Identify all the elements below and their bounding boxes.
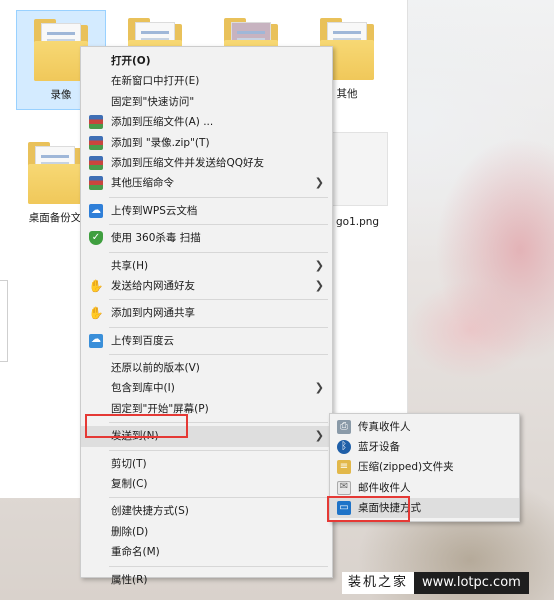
winrar-icon — [89, 135, 103, 150]
menu-upload-baidu[interactable]: ☁ 上传到百度云 — [81, 331, 332, 351]
menu-label: 在新窗口中打开(E) — [111, 75, 200, 88]
mail-icon: ✉ — [337, 480, 351, 495]
menu-label: 其他压缩命令 — [111, 177, 174, 190]
menu-label: 剪切(T) — [111, 457, 147, 470]
menu-label: 上传到WPS云文档 — [111, 204, 198, 217]
menu-separator — [109, 422, 328, 424]
winrar-icon — [89, 155, 103, 170]
send-to-submenu: ⎙ 传真收件人 ᛒ 蓝牙设备 ≡ 压缩(zipped)文件夹 ✉ 邮件收件人 ▭… — [329, 413, 520, 522]
menu-label: 重命名(M) — [111, 546, 160, 559]
menu-label: 发送到(N) — [111, 430, 159, 443]
menu-restore-versions[interactable]: 还原以前的版本(V) — [81, 358, 332, 378]
window-edge — [0, 280, 8, 362]
menu-separator — [109, 196, 328, 198]
sendto-desktop-shortcut[interactable]: ▭ 桌面快捷方式 — [330, 497, 519, 518]
menu-pin-quick-access[interactable]: 固定到"快速访问" — [81, 92, 332, 112]
folder-label: 录像 — [50, 89, 72, 101]
baidu-cloud-icon: ☁ — [89, 333, 103, 348]
menu-label: 属性(R) — [111, 573, 148, 586]
lan-share-icon: ✋ — [88, 278, 104, 293]
chevron-right-icon: ❯ — [314, 176, 324, 190]
lan-share-icon: ✋ — [88, 306, 104, 321]
folder-label: 桌面备份文 — [28, 212, 82, 224]
watermark-brand: 装机之家 — [342, 572, 415, 594]
sendto-bluetooth[interactable]: ᛒ 蓝牙设备 — [330, 437, 519, 457]
menu-label: 创建快捷方式(S) — [111, 505, 189, 518]
menu-properties[interactable]: 属性(R) — [81, 570, 332, 590]
menu-label: 添加到压缩文件并发送给QQ好友 — [111, 156, 265, 169]
chevron-right-icon: ❯ — [314, 278, 324, 292]
menu-delete[interactable]: 删除(D) — [81, 522, 332, 542]
menu-label: 固定到"快速访问" — [111, 95, 195, 108]
shield-360-icon: ✓ — [89, 231, 103, 246]
menu-label: 复制(C) — [111, 478, 148, 491]
menu-label: 添加到 "录像.zip"(T) — [111, 136, 210, 149]
menu-label: 发送给内网通好友 — [111, 279, 195, 292]
desktop-icon: ▭ — [337, 500, 351, 515]
watermark-url: www.lotpc.com — [414, 572, 529, 594]
menu-upload-wps[interactable]: ☁ 上传到WPS云文档 — [81, 201, 332, 221]
folder-icon — [28, 142, 82, 204]
chevron-right-icon: ❯ — [314, 258, 324, 272]
chevron-right-icon: ❯ — [314, 429, 324, 443]
menu-separator — [109, 251, 328, 253]
menu-separator — [109, 326, 328, 328]
menu-label: 蓝牙设备 — [358, 441, 400, 454]
menu-label: 固定到"开始"屏幕(P) — [111, 402, 209, 415]
sendto-zip-folder[interactable]: ≡ 压缩(zipped)文件夹 — [330, 457, 519, 477]
menu-share[interactable]: 共享(H) ❯ — [81, 256, 332, 276]
wps-cloud-icon: ☁ — [89, 203, 103, 218]
sendto-fax[interactable]: ⎙ 传真收件人 — [330, 417, 519, 437]
menu-send-to[interactable]: 发送到(N) ❯ — [81, 426, 332, 447]
menu-label: 添加到内网通共享 — [111, 307, 195, 320]
zip-folder-icon: ≡ — [337, 460, 351, 475]
image-file-thumbnail[interactable] — [332, 132, 388, 206]
menu-separator — [109, 449, 328, 451]
image-file-label: go1.png — [336, 216, 380, 228]
menu-add-lan-share[interactable]: ✋ 添加到内网通共享 — [81, 303, 332, 323]
menu-archive-send-qq[interactable]: 添加到压缩文件并发送给QQ好友 — [81, 153, 332, 173]
menu-label: 共享(H) — [111, 259, 149, 272]
menu-separator — [109, 299, 328, 301]
menu-label: 使用 360杀毒 扫描 — [111, 232, 201, 245]
menu-label: 删除(D) — [111, 525, 149, 538]
menu-open-new-window[interactable]: 在新窗口中打开(E) — [81, 71, 332, 91]
menu-label: 打开(O) — [111, 55, 151, 67]
menu-separator — [109, 497, 328, 499]
menu-separator — [109, 224, 328, 226]
menu-label: 桌面快捷方式 — [358, 501, 421, 514]
menu-add-to-archive[interactable]: 添加到压缩文件(A) ... — [81, 112, 332, 132]
sendto-mail[interactable]: ✉ 邮件收件人 — [330, 478, 519, 498]
context-menu: 打开(O) 在新窗口中打开(E) 固定到"快速访问" 添加到压缩文件(A) ..… — [80, 46, 333, 586]
menu-cut[interactable]: 剪切(T) — [81, 454, 332, 474]
menu-rename[interactable]: 重命名(M) — [81, 542, 332, 562]
menu-label: 还原以前的版本(V) — [111, 362, 200, 375]
menu-include-library[interactable]: 包含到库中(I) ❯ — [81, 378, 332, 398]
chevron-right-icon: ❯ — [314, 381, 324, 395]
winrar-icon — [89, 115, 103, 130]
menu-other-compress[interactable]: 其他压缩命令 ❯ — [81, 173, 332, 193]
fax-icon: ⎙ — [337, 420, 351, 434]
menu-label: 添加到压缩文件(A) ... — [111, 116, 214, 129]
bluetooth-icon: ᛒ — [337, 440, 351, 455]
menu-separator — [109, 565, 328, 567]
menu-label: 上传到百度云 — [111, 334, 174, 347]
menu-separator — [109, 354, 328, 356]
menu-label: 传真收件人 — [358, 421, 411, 433]
winrar-icon — [89, 176, 103, 191]
menu-send-lan-friend[interactable]: ✋ 发送给内网通好友 ❯ — [81, 276, 332, 296]
folder-label: 其他 — [336, 88, 358, 100]
menu-add-to-zip[interactable]: 添加到 "录像.zip"(T) — [81, 133, 332, 153]
menu-create-shortcut[interactable]: 创建快捷方式(S) — [81, 501, 332, 521]
menu-label: 邮件收件人 — [358, 481, 411, 494]
menu-scan-360[interactable]: ✓ 使用 360杀毒 扫描 — [81, 228, 332, 248]
menu-pin-start[interactable]: 固定到"开始"屏幕(P) — [81, 399, 332, 419]
menu-open[interactable]: 打开(O) — [81, 51, 332, 71]
menu-label: 包含到库中(I) — [111, 382, 175, 395]
site-watermark: 装机之家 www.lotpc.com — [342, 572, 529, 594]
menu-label: 压缩(zipped)文件夹 — [358, 461, 454, 474]
menu-copy[interactable]: 复制(C) — [81, 474, 332, 494]
